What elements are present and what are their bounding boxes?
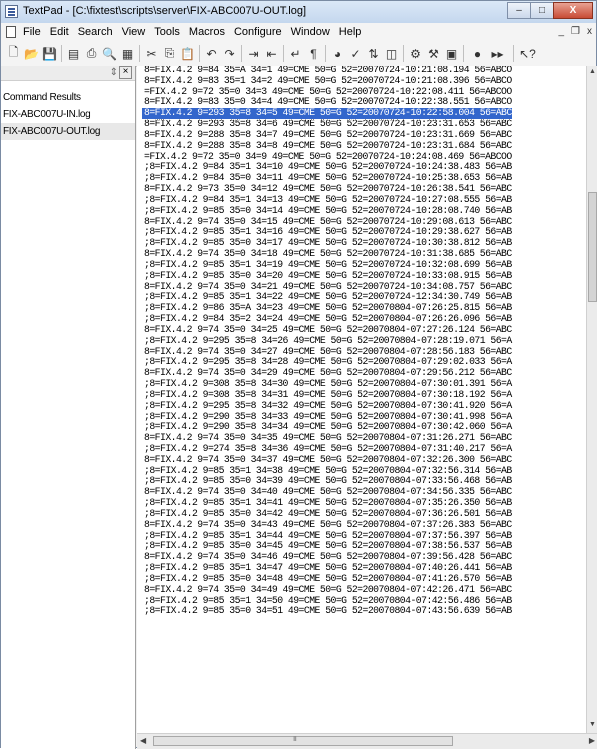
scroll-right-icon[interactable]: ▶ [589, 736, 595, 745]
toolbar-separator [139, 45, 140, 62]
redo-icon[interactable]: ↷ [221, 45, 238, 62]
editor-lines: 8=FIX.4.2 9=84 35=A 34=1 49=CME 50=G 52=… [141, 66, 513, 617]
manage-files-icon[interactable]: ▦ [119, 45, 136, 62]
sort-icon[interactable]: ⇅ [365, 45, 382, 62]
menu-window[interactable]: Window [291, 26, 330, 38]
menu-configure[interactable]: Configure [234, 26, 282, 38]
scroll-left-icon[interactable]: ◀ [140, 736, 146, 745]
menu-macros[interactable]: Macros [189, 26, 225, 38]
toolbar-separator [403, 45, 404, 62]
document-selector-panel: ⇕ × Command Results FIX-ABC007U-IN.log F… [1, 66, 136, 749]
doc-close-button[interactable]: x [587, 26, 592, 37]
undo-icon[interactable]: ↶ [203, 45, 220, 62]
panel-close-icon[interactable]: × [119, 66, 132, 79]
menu-help[interactable]: Help [339, 26, 362, 38]
log-line[interactable]: 8=FIX.4.2 9=74 35=0 34=43 49=CME 50=G 52… [144, 519, 512, 531]
window-title: TextPad - [C:\fixtest\scripts\server\FIX… [23, 5, 307, 17]
horizontal-scroll-thumb[interactable] [153, 736, 453, 746]
scroll-grip: III [293, 736, 297, 743]
doc-item-fix-in-log[interactable]: FIX-ABC007U-IN.log [1, 106, 135, 123]
document-window-controls: _ ❐ x [551, 26, 592, 37]
maximize-button[interactable]: □ [530, 2, 554, 19]
menu-edit[interactable]: Edit [50, 26, 69, 38]
open-file-icon[interactable]: 📂 [23, 45, 40, 62]
close-button[interactable]: X [553, 2, 593, 19]
show-paragraph-icon[interactable]: ¶ [305, 45, 322, 62]
spell-check-icon[interactable]: ✓ [347, 45, 364, 62]
textpad-window: TextPad - [C:\fixtest\scripts\server\FIX… [0, 0, 597, 749]
paste-icon[interactable]: 📋 [179, 45, 196, 62]
compare-icon[interactable]: ◫ [383, 45, 400, 62]
minimize-button[interactable]: – [507, 2, 531, 19]
doc-item-command-results[interactable]: Command Results [1, 89, 135, 106]
vertical-scrollbar[interactable]: ▲ ▼ [586, 66, 597, 733]
panel-pin-icon[interactable]: ⇕ [110, 67, 118, 78]
toolbar-separator [325, 45, 326, 62]
horizontal-scrollbar[interactable]: ◀ III ▶ [137, 733, 597, 749]
toolbar-separator [199, 45, 200, 62]
tools-run-icon[interactable]: ⚒ [425, 45, 442, 62]
word-wrap-icon[interactable]: ↵ [287, 45, 304, 62]
document-list: Command Results FIX-ABC007U-IN.log FIX-A… [1, 81, 135, 140]
log-line[interactable]: ;8=FIX.4.2 9=85 35=0 34=20 49=CME 50=G 5… [144, 270, 512, 282]
print-preview-icon[interactable]: 🔍 [101, 45, 118, 62]
menu-file[interactable]: File [23, 26, 41, 38]
new-file-icon[interactable]: 🗋 [5, 45, 22, 62]
textpad-app-icon[interactable] [5, 5, 18, 18]
menu-bar: File Edit Search View Tools Macros Confi… [1, 23, 596, 43]
copy-icon[interactable]: ⎘ [161, 45, 178, 62]
find-in-files-icon[interactable]: ⚙ [407, 45, 424, 62]
menu-items: File Edit Search View Tools Macros Confi… [23, 26, 370, 38]
toolbar-separator [463, 45, 464, 62]
log-line[interactable]: 8=FIX.4.2 9=288 35=8 34=8 49=CME 50=G 52… [144, 140, 512, 152]
toolbar-separator [241, 45, 242, 62]
cut-icon[interactable]: ✂ [143, 45, 160, 62]
toolbar: 🗋 📂 💾 ▤ ⎙ 🔍 ▦ ✂ ⎘ 📋 ↶ ↷ ⇥ ⇤ ↵ ¶ ◕ ✓ ⇅ ◫ … [1, 42, 596, 67]
toolbar-separator [513, 45, 514, 62]
record-macro-icon[interactable]: ▣ [443, 45, 460, 62]
log-line[interactable]: ;8=FIX.4.2 9=85 35=0 34=51 49=CME 50=G 5… [144, 606, 512, 617]
doc-minimize-button[interactable]: _ [558, 26, 564, 37]
toolbar-separator [283, 45, 284, 62]
play-macro-icon[interactable]: ● [469, 45, 486, 62]
save-all-icon[interactable]: ▤ [65, 45, 82, 62]
menu-tools[interactable]: Tools [154, 26, 180, 38]
log-line[interactable]: ;8=FIX.4.2 9=295 35=8 34=26 49=CME 50=G … [144, 335, 512, 347]
log-line[interactable]: 8=FIX.4.2 9=74 35=0 34=49 49=CME 50=G 52… [144, 584, 512, 596]
scroll-up-icon[interactable]: ▲ [588, 68, 597, 78]
log-line[interactable]: ;8=FIX.4.2 9=295 35=8 34=32 49=CME 50=G … [144, 400, 512, 412]
log-line[interactable]: ;8=FIX.4.2 9=85 35=0 34=14 49=CME 50=G 5… [144, 205, 512, 217]
save-file-icon[interactable]: 💾 [41, 45, 58, 62]
macro-playback-icon[interactable]: ▸▸ [489, 45, 506, 62]
print-icon[interactable]: ⎙ [83, 45, 100, 62]
menu-search[interactable]: Search [78, 26, 113, 38]
toolbar-separator [61, 45, 62, 62]
context-help-icon[interactable]: ↖? [519, 45, 536, 62]
tile-icon[interactable]: ◕ [329, 45, 346, 62]
outdent-icon[interactable]: ⇤ [263, 45, 280, 62]
document-icon[interactable] [6, 26, 16, 38]
text-editor[interactable]: 8=FIX.4.2 9=84 35=A 34=1 49=CME 50=G 52=… [137, 66, 586, 733]
menu-view[interactable]: View [122, 26, 146, 38]
doc-item-fix-out-log[interactable]: FIX-ABC007U-OUT.log [1, 123, 135, 140]
window-controls: – □ X [507, 2, 593, 19]
panel-header: ⇕ × [1, 66, 135, 81]
scroll-down-icon[interactable]: ▼ [588, 721, 597, 731]
title-bar[interactable]: TextPad - [C:\fixtest\scripts\server\FIX… [1, 1, 596, 24]
doc-restore-button[interactable]: ❐ [571, 26, 580, 37]
vertical-scroll-thumb[interactable] [588, 192, 597, 302]
indent-icon[interactable]: ⇥ [245, 45, 262, 62]
